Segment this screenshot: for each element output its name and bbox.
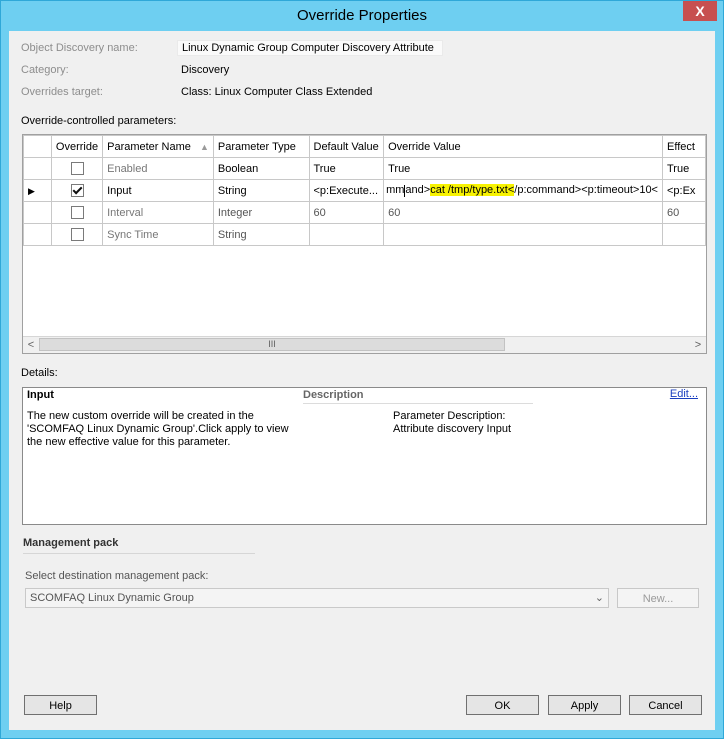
parameters-heading: Override-controlled parameters: [21, 115, 177, 127]
column-default-value[interactable]: Default Value [308, 135, 385, 158]
param-type-cell: String [212, 223, 310, 246]
details-heading: Details: [21, 367, 58, 379]
override-checkbox-cell[interactable] [50, 201, 104, 224]
row-header[interactable] [23, 157, 52, 180]
management-pack-select[interactable]: SCOMFAQ Linux Dynamic Group ⌄ [25, 588, 609, 608]
column-effective-value[interactable]: Effect [662, 135, 706, 158]
default-value-cell: 60 [308, 201, 385, 224]
help-button[interactable]: Help [24, 695, 97, 715]
chevron-down-icon[interactable]: ⌄ [595, 591, 604, 604]
scroll-left-icon[interactable]: < [24, 338, 38, 352]
overrides-target-label: Overrides target: [21, 86, 103, 98]
row-header[interactable] [23, 201, 52, 224]
param-name-cell: Sync Time [102, 223, 214, 246]
override-checkbox[interactable] [70, 228, 84, 241]
column-override-value[interactable]: Override Value [383, 135, 663, 158]
apply-button[interactable]: Apply [548, 695, 621, 715]
current-row-arrow-icon: ▶ [28, 185, 35, 196]
ok-button[interactable]: OK [466, 695, 539, 715]
override-value-text-mid: and> [405, 184, 431, 197]
highlighted-text: cat /tmp/type.txt< [430, 184, 515, 197]
param-type-cell: Boolean [212, 157, 310, 180]
column-parameter-type[interactable]: Parameter Type [212, 135, 310, 158]
override-checkbox-cell[interactable] [50, 157, 104, 180]
selected-management-pack: SCOMFAQ Linux Dynamic Group [30, 592, 194, 604]
column-parameter-name[interactable]: Parameter Name ▲ [102, 135, 214, 158]
window-title: Override Properties [296, 7, 428, 24]
horizontal-scrollbar[interactable]: < III > [23, 336, 706, 353]
details-message: The new custom override will be created … [27, 410, 289, 448]
category-label: Category: [21, 64, 69, 76]
table-row[interactable]: Enabled Boolean True True True [23, 157, 706, 180]
override-value-text-start: mm [386, 184, 405, 197]
select-mp-label: Select destination management pack: [25, 570, 209, 582]
parameter-description-value: Attribute discovery Input [393, 423, 512, 435]
param-name-cell: Enabled [102, 157, 214, 180]
param-name-cell: Interval [102, 201, 214, 224]
parameters-grid: Override Parameter Name ▲ Parameter Type… [22, 134, 707, 354]
dialog-body: Object Discovery name: Linux Dynamic Gro… [9, 31, 715, 730]
column-override[interactable]: Override [50, 135, 104, 158]
param-type-cell: Integer [212, 201, 310, 224]
table-row[interactable]: ▶ Input String <p:Execute... mmand>cat /… [23, 179, 706, 202]
override-checkbox[interactable] [70, 184, 84, 197]
effective-value-cell: <p:Ex [662, 179, 706, 202]
default-value-cell: True [308, 157, 385, 180]
default-value-cell: <p:Execute... [308, 179, 385, 202]
override-checkbox[interactable] [70, 162, 84, 175]
overrides-target-value: Class: Linux Computer Class Extended [181, 86, 373, 98]
scrollbar-thumb[interactable]: III [39, 338, 505, 351]
object-discovery-label: Object Discovery name: [21, 42, 138, 54]
sort-ascending-icon: ▲ [199, 141, 209, 152]
effective-value-cell: 60 [662, 201, 706, 224]
default-value-cell [308, 223, 385, 246]
override-value-cell[interactable] [383, 223, 663, 246]
override-checkbox-cell[interactable] [50, 223, 104, 246]
row-header-corner [23, 135, 52, 158]
column-parameter-name-label: Parameter Name [107, 140, 191, 153]
object-discovery-value: Linux Dynamic Group Computer Discovery A… [177, 40, 443, 56]
parameter-description-label: Parameter Description: [393, 410, 506, 422]
edit-link[interactable]: Edit... [670, 388, 698, 400]
cancel-button[interactable]: Cancel [629, 695, 702, 715]
override-value-cell[interactable]: True [383, 157, 663, 180]
effective-value-cell: True [662, 157, 706, 180]
details-title: Input [27, 389, 54, 401]
close-button[interactable]: X [683, 1, 717, 21]
description-header: Description [303, 389, 533, 404]
param-type-cell: String [212, 179, 310, 202]
table-row[interactable]: Sync Time String [23, 223, 706, 246]
details-panel: Input Description Edit... The new custom… [22, 387, 707, 525]
row-header[interactable] [23, 223, 52, 246]
override-checkbox-cell[interactable] [50, 179, 104, 202]
row-header[interactable]: ▶ [23, 179, 52, 202]
scroll-right-icon[interactable]: > [691, 338, 705, 352]
override-value-text-end: /p:command><p:timeout>10< [514, 184, 658, 197]
override-value-cell[interactable]: 60 [383, 201, 663, 224]
param-name-cell: Input [102, 179, 214, 202]
title-bar[interactable]: Override Properties X [1, 1, 723, 31]
category-value: Discovery [181, 64, 230, 76]
override-properties-window: Override Properties X Object Discovery n… [0, 0, 724, 739]
section-divider [23, 553, 255, 554]
override-checkbox[interactable] [70, 206, 84, 219]
grid-header-row: Override Parameter Name ▲ Parameter Type… [23, 135, 706, 158]
table-row[interactable]: Interval Integer 60 60 60 [23, 201, 706, 224]
management-pack-heading: Management pack [23, 537, 119, 549]
override-value-editor[interactable]: mmand>cat /tmp/type.txt</p:command><p:ti… [383, 179, 663, 202]
new-management-pack-button[interactable]: New... [617, 588, 699, 608]
effective-value-cell [662, 223, 706, 246]
